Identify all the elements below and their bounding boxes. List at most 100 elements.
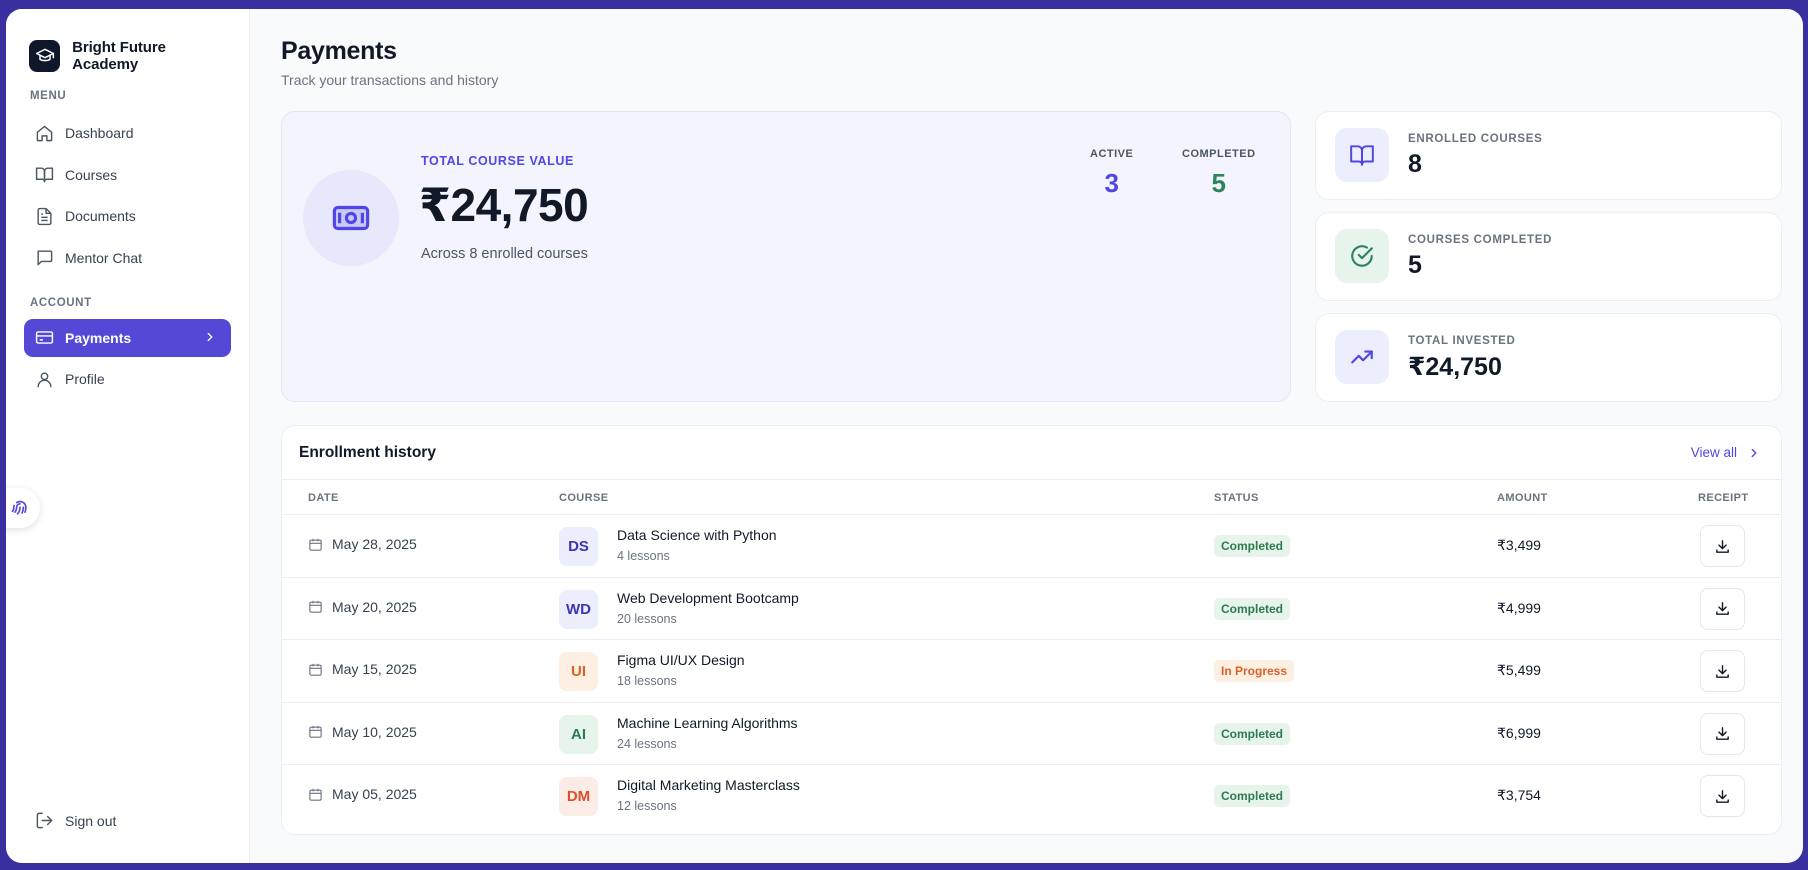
hero-note: Across 8 enrolled courses bbox=[421, 246, 588, 262]
sign-out-label: Sign out bbox=[65, 812, 117, 829]
table-header-bar: Enrollment history View all bbox=[282, 426, 1781, 480]
chevron-right-icon bbox=[1751, 448, 1757, 457]
sidebar-item-payments[interactable]: Payments bbox=[24, 318, 231, 357]
account-section-label: ACCOUNT bbox=[30, 296, 92, 309]
total-course-value-card: TOTAL COURSE VALUE ₹24,750 Across 8 enro… bbox=[281, 111, 1291, 402]
sidebar-item-label: Payments bbox=[65, 329, 132, 346]
date-cell: May 20, 2025 bbox=[308, 599, 417, 615]
app-window: Bright Future Academy MENU Dashboard Cou… bbox=[6, 9, 1803, 863]
download-icon bbox=[1716, 727, 1729, 740]
column-date: DATE bbox=[308, 492, 339, 504]
hero-amount: ₹24,750 bbox=[419, 179, 589, 231]
download-receipt-button[interactable] bbox=[1700, 775, 1745, 817]
sidebar-item-documents[interactable]: Documents bbox=[24, 197, 231, 235]
download-receipt-button[interactable] bbox=[1700, 712, 1745, 755]
money-icon bbox=[303, 170, 399, 266]
course-avatar: DS bbox=[559, 527, 598, 566]
course-avatar: WD bbox=[559, 589, 598, 629]
trending-up-icon bbox=[1335, 330, 1389, 384]
sidebar-item-label: Mentor Chat bbox=[65, 249, 143, 266]
table-column-headers: DATE COURSE STATUS AMOUNT RECEIPT bbox=[282, 480, 1781, 515]
status-badge: Completed bbox=[1214, 535, 1291, 557]
sidebar-item-courses[interactable]: Courses bbox=[24, 156, 231, 194]
date-text: May 10, 2025 bbox=[332, 723, 417, 740]
hero-label: TOTAL COURSE VALUE bbox=[421, 154, 574, 168]
book-icon bbox=[34, 165, 54, 185]
course-name: Web Development Bootcamp bbox=[617, 589, 799, 606]
amount-cell: ₹5,499 bbox=[1497, 662, 1541, 678]
calendar-icon bbox=[309, 663, 322, 676]
stat-label: ENROLLED COURSES bbox=[1408, 133, 1543, 145]
download-receipt-button[interactable] bbox=[1700, 525, 1745, 567]
active-stat: ACTIVE 3 bbox=[1090, 148, 1133, 199]
open-book-icon bbox=[1335, 128, 1389, 182]
stat-label: TOTAL INVESTED bbox=[1408, 335, 1516, 347]
date-text: May 20, 2025 bbox=[332, 598, 417, 615]
stat-value: 5 bbox=[1408, 251, 1422, 279]
table-row[interactable]: May 10, 2025 AI Machine Learning Algorit… bbox=[282, 703, 1781, 765]
download-icon bbox=[1716, 664, 1729, 678]
document-icon bbox=[34, 206, 54, 226]
table-row[interactable]: May 15, 2025 UI Figma UI/UX Design 18 le… bbox=[282, 640, 1781, 703]
assistant-floating-button[interactable] bbox=[6, 488, 40, 528]
table-row[interactable]: May 28, 2025 DS Data Science with Python… bbox=[282, 515, 1781, 578]
course-name: Data Science with Python bbox=[617, 527, 777, 543]
course-lessons: 18 lessons bbox=[617, 674, 677, 688]
amount-cell: ₹6,999 bbox=[1497, 724, 1541, 741]
amount-cell: ₹4,999 bbox=[1497, 599, 1541, 616]
date-cell: May 15, 2025 bbox=[308, 661, 417, 677]
calendar-icon bbox=[309, 725, 322, 738]
column-receipt: RECEIPT bbox=[1698, 492, 1749, 504]
enrollment-history-table: Enrollment history View all DATE COURSE … bbox=[281, 425, 1782, 835]
date-cell: May 05, 2025 bbox=[308, 786, 417, 802]
table-body: May 28, 2025 DS Data Science with Python… bbox=[282, 515, 1781, 828]
course-lessons: 20 lessons bbox=[617, 611, 677, 626]
stat-value: 8 bbox=[1408, 150, 1422, 178]
check-circle-icon bbox=[1335, 229, 1389, 283]
sidebar-item-dashboard[interactable]: Dashboard bbox=[24, 114, 231, 152]
enrolled-courses-card: ENROLLED COURSES 8 bbox=[1315, 111, 1782, 200]
sidebar-item-label: Courses bbox=[65, 166, 118, 183]
view-all-label: View all bbox=[1690, 445, 1737, 460]
sidebar-item-profile[interactable]: Profile bbox=[24, 360, 231, 398]
date-text: May 05, 2025 bbox=[332, 786, 417, 802]
calendar-icon bbox=[309, 600, 322, 613]
sidebar-item-mentor-chat[interactable]: Mentor Chat bbox=[24, 239, 231, 277]
course-lessons: 24 lessons bbox=[617, 736, 677, 751]
brand-name: Bright Future Academy bbox=[72, 39, 166, 73]
column-amount: AMOUNT bbox=[1497, 492, 1548, 504]
status-badge: Completed bbox=[1214, 785, 1291, 807]
column-status: STATUS bbox=[1214, 492, 1259, 504]
fingerprint-icon bbox=[11, 500, 27, 515]
download-receipt-button[interactable] bbox=[1700, 587, 1745, 630]
date-cell: May 28, 2025 bbox=[308, 536, 417, 552]
calendar-icon bbox=[309, 788, 322, 801]
download-receipt-button[interactable] bbox=[1700, 650, 1745, 692]
table-row[interactable]: May 05, 2025 DM Digital Marketing Master… bbox=[282, 765, 1781, 828]
page-subtitle: Track your transactions and history bbox=[281, 72, 499, 88]
download-icon bbox=[1716, 539, 1729, 553]
amount-cell: ₹3,499 bbox=[1497, 537, 1541, 553]
sign-out-button[interactable]: Sign out bbox=[24, 802, 232, 840]
course-lessons: 4 lessons bbox=[617, 549, 670, 563]
course-avatar: UI bbox=[559, 652, 598, 691]
home-icon bbox=[34, 123, 54, 143]
active-stat-label: ACTIVE bbox=[1090, 148, 1134, 160]
sidebar-item-label: Documents bbox=[65, 208, 136, 224]
table-row[interactable]: May 20, 2025 WD Web Development Bootcamp… bbox=[282, 578, 1781, 640]
sidebar-item-label: Dashboard bbox=[65, 125, 134, 141]
date-text: May 15, 2025 bbox=[332, 661, 417, 677]
chat-icon bbox=[34, 248, 54, 268]
course-name: Digital Marketing Masterclass bbox=[617, 777, 800, 793]
status-badge: In Progress bbox=[1214, 660, 1295, 682]
course-name: Machine Learning Algorithms bbox=[617, 714, 798, 731]
course-avatar: DM bbox=[559, 777, 598, 816]
main-content: Payments Track your transactions and his… bbox=[250, 9, 1803, 863]
brand[interactable]: Bright Future Academy bbox=[24, 32, 231, 80]
credit-card-icon bbox=[34, 328, 54, 348]
active-stat-value: 3 bbox=[1104, 168, 1119, 198]
column-course: COURSE bbox=[559, 492, 609, 504]
sidebar: Bright Future Academy MENU Dashboard Cou… bbox=[6, 9, 250, 863]
view-all-link[interactable]: View all bbox=[1691, 445, 1761, 460]
completed-stat-value: 5 bbox=[1211, 168, 1227, 198]
